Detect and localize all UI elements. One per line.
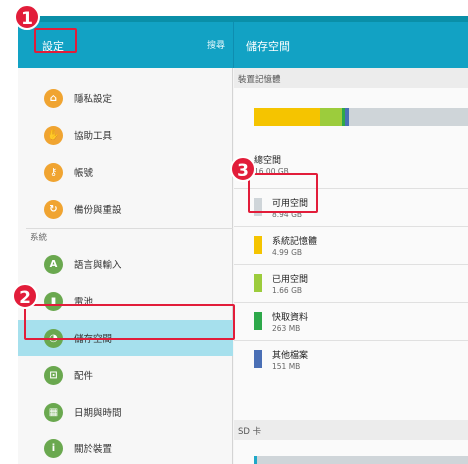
accessory-icon: ⊡ — [44, 366, 63, 385]
hand-icon: ✋ — [44, 126, 63, 145]
storage-segment — [320, 108, 342, 126]
storage-row[interactable]: 快取資料 263 MB — [234, 302, 468, 340]
storage-row-size: 8.94 GB — [272, 210, 303, 219]
sidebar-item-info[interactable]: i 關於裝置 — [18, 430, 233, 464]
storage-row[interactable]: 其他檔案 151 MB — [234, 340, 468, 378]
sd-card-section: SD 卡 — [234, 420, 468, 440]
backup-icon: ↻ — [44, 200, 63, 219]
storage-row[interactable]: 已用空間 1.66 GB — [234, 264, 468, 302]
sidebar-item-label: 協助工具 — [74, 131, 113, 142]
section-header: SD 卡 — [238, 427, 262, 437]
storage-segment — [349, 108, 468, 126]
storage-row-title: 已用空間 — [272, 275, 309, 285]
storage-row-title: 快取資料 — [272, 313, 309, 323]
total-space-title: 總空間 — [254, 156, 282, 166]
sd-usage-fill — [254, 456, 257, 464]
storage-row-title: 其他檔案 — [272, 351, 309, 361]
sidebar-item-label: 語言與輸入 — [74, 260, 122, 271]
key-icon: ⚷ — [44, 163, 63, 182]
storage-row[interactable]: 可用空間 8.94 GB — [234, 188, 468, 226]
color-swatch — [254, 350, 262, 368]
storage-row-size: 263 MB — [272, 324, 301, 333]
storage-segment — [254, 108, 321, 126]
sd-usage-bar — [254, 456, 468, 464]
section-header: 裝置記憶體 — [238, 75, 281, 85]
sidebar-item-label: 備份與重設 — [74, 205, 122, 216]
sidebar-item-storage[interactable]: ◔ 儲存空間 — [18, 320, 233, 356]
battery-icon: ▮ — [44, 292, 63, 311]
sidebar-item-key[interactable]: ⚷ 帳號 — [18, 154, 233, 190]
sidebar-item-lock[interactable]: ⌂ 隱私設定 — [18, 80, 233, 116]
info-icon: i — [44, 439, 63, 458]
settings-window: 設定 搜尋 儲存空間 系統 ⌂ 隱私設定 ✋ 協助工具 ⚷ 帳號 ↻ 備份與重設 A 語言與輸入 ▮… — [18, 16, 468, 464]
divider — [26, 228, 233, 229]
storage-row-size: 151 MB — [272, 362, 301, 371]
sidebar-item-label: 日期與時間 — [74, 408, 122, 419]
page-title: 儲存空間 — [246, 40, 290, 53]
total-space-size: 16.00 GB — [254, 167, 289, 176]
storage-row[interactable]: 系統記憶體 4.99 GB — [234, 226, 468, 264]
sidebar-item-battery[interactable]: ▮ 電池 — [18, 283, 233, 319]
color-swatch — [254, 236, 262, 254]
storage-row-title: 系統記憶體 — [272, 237, 318, 247]
sidebar-item-hand[interactable]: ✋ 協助工具 — [18, 117, 233, 153]
lock-icon: ⌂ — [44, 89, 63, 108]
section-label-system: 系統 — [30, 233, 48, 243]
sidebar-item-backup[interactable]: ↻ 備份與重設 — [18, 191, 233, 227]
callout-3: 3 — [230, 156, 256, 182]
sidebar-item-accessory[interactable]: ⊡ 配件 — [18, 357, 233, 393]
storage-row-size: 4.99 GB — [272, 248, 303, 257]
storage-row-size: 1.66 GB — [272, 286, 303, 295]
storage-usage-bar — [254, 108, 468, 126]
sidebar-item-label: 隱私設定 — [74, 94, 113, 105]
storage-row-title: 可用空間 — [272, 199, 309, 209]
color-swatch — [254, 198, 262, 216]
sidebar-item-label: 電池 — [74, 297, 94, 308]
sidebar-item-label: 帳號 — [74, 168, 94, 179]
device-memory-section: 裝置記憶體 — [234, 68, 468, 88]
callout-2: 2 — [12, 283, 38, 309]
settings-title[interactable]: 設定 — [42, 38, 64, 54]
storage-header: 儲存空間 — [233, 22, 468, 68]
language-icon: A — [44, 255, 63, 274]
sidebar-item-label: 配件 — [74, 371, 94, 382]
storage-icon: ◔ — [44, 329, 63, 348]
search-button[interactable]: 搜尋 — [207, 38, 225, 51]
sidebar-item-label: 關於裝置 — [74, 444, 113, 455]
settings-header: 設定 搜尋 — [18, 22, 233, 68]
sidebar-item-language[interactable]: A 語言與輸入 — [18, 246, 233, 282]
color-swatch — [254, 312, 262, 330]
sidebar-item-label: 儲存空間 — [74, 334, 113, 345]
calendar-icon: ▦ — [44, 403, 63, 422]
storage-panel: 裝置記憶體 總空間 16.00 GB 可用空間 8.94 GB 系統記憶體 4.99 … — [234, 68, 468, 464]
color-swatch — [254, 274, 262, 292]
sidebar: 系統 ⌂ 隱私設定 ✋ 協助工具 ⚷ 帳號 ↻ 備份與重設 A 語言與輸入 ▮ 電池 ◔ 儲存空間 ⊡ 配件 ▦… — [18, 68, 233, 464]
sidebar-item-calendar[interactable]: ▦ 日期與時間 — [18, 394, 233, 430]
callout-1: 1 — [14, 4, 40, 30]
